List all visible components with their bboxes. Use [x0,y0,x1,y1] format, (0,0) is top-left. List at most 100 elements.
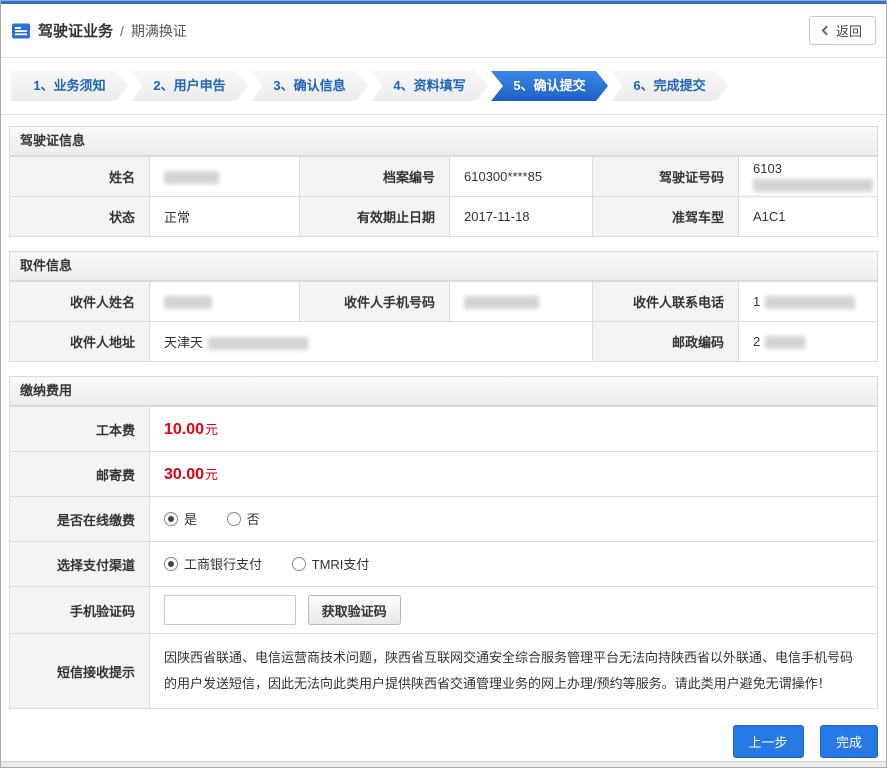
pay-online-no-label: 否 [246,512,260,528]
channel-tmri-label: TMRI支付 [311,557,370,573]
recipient-name-label: 收件人姓名 [9,281,150,322]
redacted-recipient-mobile [464,296,539,310]
fees-section: 缴纳费用 工本费 10.00元 邮寄费 30.00元 是否在线缴费 是 否 选择… [9,376,878,709]
production-fee-amount: 10.00 [164,421,205,438]
steps-bar: 1、业务须知 2、用户申告 3、确认信息 4、资料填写 5、确认提交 6、完成提… [1,58,886,115]
table-row: 选择支付渠道 工商银行支付 TMRI支付 [9,541,878,587]
footer-actions: 上一步 完成 [1,725,878,758]
table-row: 手机验证码 获取验证码 [9,586,878,634]
recipient-tel-prefix: 1 [753,293,761,309]
table-row: 姓名 档案编号 610300****85 驾驶证号码 6103 [9,156,878,197]
recipient-mobile-value [449,281,593,322]
table-row: 邮寄费 30.00元 [9,451,878,497]
channel-tmri-option[interactable]: TMRI支付 [291,554,370,573]
step-6-complete-submit[interactable]: 6、完成提交 [611,71,728,101]
license-info-table: 姓名 档案编号 610300****85 驾驶证号码 6103 状态 正常 有效… [9,156,878,237]
sms-code-field: 获取验证码 [149,586,878,634]
pay-online-options: 是 否 [149,496,878,542]
production-fee-unit: 元 [205,422,219,437]
radio-checked-icon[interactable] [164,556,178,571]
page-title-business: 驾驶证业务 [38,23,114,40]
finish-button[interactable]: 完成 [819,725,878,758]
back-button-label: 返回 [835,24,862,39]
fees-title: 缴纳费用 [9,376,878,406]
page-header: 驾驶证业务 / 期满换证 返回 [1,4,886,58]
radio-unchecked-icon[interactable] [291,556,306,571]
license-number-value: 6103 [738,156,878,197]
recipient-address-value: 天津天 [149,321,593,362]
breadcrumb: 驾驶证业务 / 期满换证 [11,20,187,41]
table-row: 收件人地址 天津天 邮政编码 2 [9,321,878,362]
payment-channel-options: 工商银行支付 TMRI支付 [149,541,878,587]
redacted-recipient-tel [765,296,856,310]
vehicle-class-value: A1C1 [738,196,878,237]
license-number-label: 驾驶证号码 [592,156,739,197]
redacted-name [164,171,219,185]
step-1-business-notice[interactable]: 1、业务须知 [11,71,128,101]
sms-notice-label: 短信接收提示 [9,633,150,709]
production-fee-value: 10.00元 [149,406,878,452]
pickup-info-section: 取件信息 收件人姓名 收件人手机号码 收件人联系电话 1 收件人地址 天津天 邮… [9,251,878,362]
pay-online-yes-option[interactable]: 是 [164,509,197,528]
recipient-address-label: 收件人地址 [9,321,150,362]
prev-step-button[interactable]: 上一步 [732,725,804,758]
radio-unchecked-icon[interactable] [226,511,241,526]
step-3-confirm-info[interactable]: 3、确认信息 [251,71,368,101]
redacted-recipient-name [164,296,212,310]
postage-fee-value: 30.00元 [149,451,878,497]
bottom-strip [1,761,886,767]
radio-checked-icon[interactable] [164,511,178,526]
license-info-section: 驾驶证信息 姓名 档案编号 610300****85 驾驶证号码 6103 状态… [9,126,878,237]
breadcrumb-separator: / [120,22,124,39]
table-row: 工本费 10.00元 [9,406,878,452]
license-info-title: 驾驶证信息 [9,126,878,156]
expiry-value: 2017-11-18 [449,196,593,237]
postage-fee-amount: 30.00 [164,466,205,483]
vehicle-class-label: 准驾车型 [592,196,739,237]
file-number-value: 610300****85 [449,156,593,197]
sms-code-label: 手机验证码 [9,586,150,634]
file-number-label: 档案编号 [299,156,450,197]
step-2-user-declaration[interactable]: 2、用户申告 [131,71,248,101]
status-label: 状态 [9,196,150,237]
sms-notice-text: 因陕西省联通、电信运营商技术问题，陕西省互联网交通安全综合服务管理平台无法向持陕… [149,633,878,709]
recipient-tel-label: 收件人联系电话 [592,281,739,322]
channel-icbc-option[interactable]: 工商银行支付 [164,554,262,573]
table-row: 是否在线缴费 是 否 [9,496,878,542]
page: 驾驶证业务 / 期满换证 返回 1、业务须知 2、用户申告 3、确认信息 4、资… [0,0,887,768]
step-4-fill-data[interactable]: 4、资料填写 [371,71,488,101]
page-title-service: 期满换证 [130,22,187,39]
production-fee-label: 工本费 [9,406,150,452]
pay-online-no-option[interactable]: 否 [226,509,260,528]
postal-code-label: 邮政编码 [592,321,739,362]
postage-fee-unit: 元 [205,467,219,482]
status-value: 正常 [149,196,300,237]
back-button[interactable]: 返回 [808,16,876,45]
postage-fee-label: 邮寄费 [9,451,150,497]
redacted-recipient-address [208,337,309,351]
redacted-license-number [753,178,873,192]
recipient-name-value [149,281,300,322]
license-form-icon [11,21,31,41]
table-row: 收件人姓名 收件人手机号码 收件人联系电话 1 [9,281,878,322]
get-code-button[interactable]: 获取验证码 [307,595,401,625]
channel-icbc-label: 工商银行支付 [184,557,263,573]
recipient-mobile-label: 收件人手机号码 [299,281,450,322]
expiry-label: 有效期止日期 [299,196,450,237]
license-number-prefix: 6103 [753,161,782,177]
name-label: 姓名 [9,156,150,197]
redacted-postal-code [765,336,806,350]
back-chevron-icon [821,25,832,36]
pay-online-yes-label: 是 [184,512,198,528]
fees-table: 工本费 10.00元 邮寄费 30.00元 是否在线缴费 是 否 选择支付渠道 … [9,406,878,709]
step-5-confirm-submit[interactable]: 5、确认提交 [491,71,608,101]
table-row: 状态 正常 有效期止日期 2017-11-18 准驾车型 A1C1 [9,196,878,237]
recipient-tel-value: 1 [738,281,878,322]
recipient-address-prefix: 天津天 [164,335,204,350]
pickup-info-title: 取件信息 [9,251,878,281]
pay-online-label: 是否在线缴费 [9,496,150,542]
table-row: 短信接收提示 因陕西省联通、电信运营商技术问题，陕西省互联网交通安全综合服务管理… [9,633,878,709]
sms-code-input[interactable] [164,595,296,625]
pickup-info-table: 收件人姓名 收件人手机号码 收件人联系电话 1 收件人地址 天津天 邮政编码 2 [9,281,878,362]
postal-code-value: 2 [738,321,878,362]
